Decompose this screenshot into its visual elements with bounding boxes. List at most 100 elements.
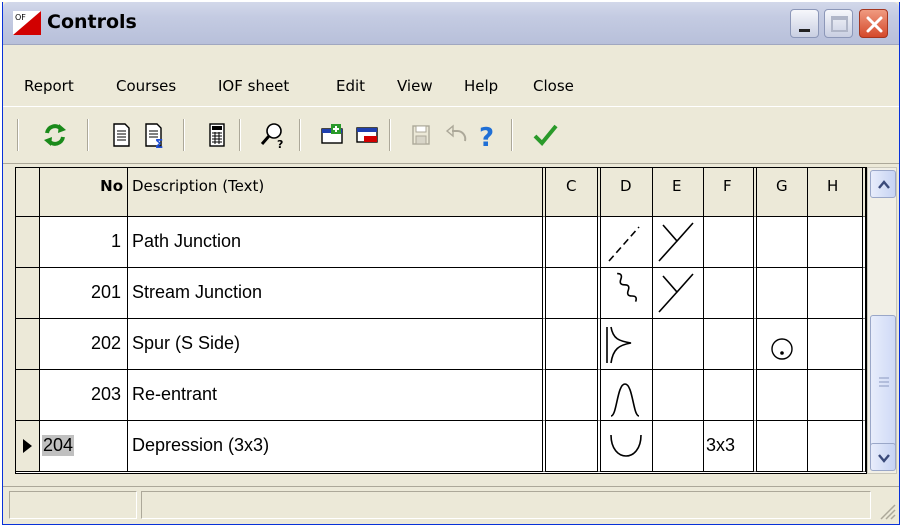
calculator-icon[interactable] bbox=[203, 121, 231, 149]
menu-close[interactable]: Close bbox=[533, 77, 574, 95]
table-cell-g[interactable] bbox=[757, 217, 808, 268]
table-cell-e[interactable] bbox=[653, 319, 704, 370]
help-icon[interactable]: ? bbox=[473, 121, 501, 149]
scroll-down-button[interactable] bbox=[870, 443, 896, 471]
scroll-up-button[interactable] bbox=[870, 170, 896, 198]
row-indicator[interactable] bbox=[16, 421, 40, 472]
table-cell-e[interactable] bbox=[653, 268, 704, 319]
table-cell-g[interactable] bbox=[757, 319, 808, 370]
cell-text: 203 bbox=[90, 384, 121, 404]
column-header-no[interactable]: No bbox=[40, 168, 128, 217]
close-button[interactable] bbox=[859, 9, 888, 38]
column-header-f[interactable]: F bbox=[704, 168, 757, 217]
table-cell-g[interactable] bbox=[757, 268, 808, 319]
add-row-icon[interactable] bbox=[319, 121, 347, 149]
svg-text:?: ? bbox=[277, 138, 283, 149]
column-header-c[interactable]: C bbox=[546, 168, 601, 217]
cell-text: 1 bbox=[110, 231, 121, 251]
re-entrant-symbol-icon bbox=[610, 383, 640, 417]
table-cell-c[interactable] bbox=[546, 421, 601, 472]
table-cell-f[interactable]: 3x3 bbox=[704, 421, 757, 472]
table-cell-h[interactable] bbox=[808, 319, 866, 370]
resize-grip-icon[interactable] bbox=[875, 499, 897, 521]
column-header-description[interactable]: Description (Text) bbox=[128, 168, 546, 217]
row-indicator[interactable] bbox=[16, 370, 40, 421]
table-cell-h[interactable] bbox=[808, 268, 866, 319]
scroll-thumb[interactable] bbox=[870, 315, 896, 450]
table-cell-d[interactable] bbox=[601, 217, 653, 268]
table-cell-d[interactable] bbox=[601, 268, 653, 319]
table-cell-description[interactable]: Re-entrant bbox=[128, 370, 546, 421]
menu-help[interactable]: Help bbox=[464, 77, 498, 95]
menu-iof-sheet[interactable]: IOF sheet bbox=[218, 77, 289, 95]
title-bar[interactable]: OF Controls bbox=[3, 2, 899, 45]
table-cell-g[interactable] bbox=[757, 370, 808, 421]
table-cell-no[interactable]: 202 bbox=[40, 319, 128, 370]
controls-grid: No Description (Text) C D E F G H 1 Path… bbox=[15, 167, 867, 474]
delete-row-icon[interactable] bbox=[353, 121, 381, 149]
table-cell-h[interactable] bbox=[808, 217, 866, 268]
document-sum-icon[interactable]: Σ bbox=[141, 121, 169, 149]
table-cell-f[interactable] bbox=[704, 217, 757, 268]
svg-text:Σ: Σ bbox=[155, 137, 163, 149]
table-cell-f[interactable] bbox=[704, 319, 757, 370]
table-cell-e[interactable] bbox=[653, 370, 704, 421]
table-cell-e[interactable] bbox=[653, 217, 704, 268]
column-header-d[interactable]: D bbox=[601, 168, 653, 217]
menu-view[interactable]: View bbox=[397, 77, 433, 95]
toolbar-separator bbox=[239, 119, 241, 151]
column-header-g[interactable]: G bbox=[757, 168, 808, 217]
logo-text: OF bbox=[15, 13, 26, 22]
depression-symbol-icon bbox=[610, 434, 642, 457]
column-header-label: H bbox=[827, 177, 839, 195]
table-cell-h[interactable] bbox=[808, 370, 866, 421]
table-cell-e[interactable] bbox=[653, 421, 704, 472]
table-cell-description[interactable]: Path Junction bbox=[128, 217, 546, 268]
checkmark-icon[interactable] bbox=[531, 121, 559, 149]
table-cell-c[interactable] bbox=[546, 370, 601, 421]
toolbar: Σ ? ? bbox=[3, 106, 899, 164]
table-cell-no[interactable]: 203 bbox=[40, 370, 128, 421]
cell-text: 201 bbox=[90, 282, 121, 302]
cell-text: Re-entrant bbox=[132, 384, 218, 404]
table-cell-f[interactable] bbox=[704, 370, 757, 421]
minimize-button[interactable] bbox=[790, 9, 819, 38]
column-header-e[interactable]: E bbox=[653, 168, 704, 217]
vertical-scrollbar[interactable] bbox=[867, 167, 897, 474]
column-header-h[interactable]: H bbox=[808, 168, 866, 217]
table-cell-c[interactable] bbox=[546, 319, 601, 370]
maximize-button[interactable] bbox=[824, 9, 853, 38]
status-panel-1 bbox=[9, 491, 137, 519]
table-cell-h[interactable] bbox=[808, 421, 866, 472]
menu-courses[interactable]: Courses bbox=[116, 77, 176, 95]
table-cell-g[interactable] bbox=[757, 421, 808, 472]
table-cell-d[interactable] bbox=[601, 421, 653, 472]
menu-edit[interactable]: Edit bbox=[336, 77, 365, 95]
app-logo-icon: OF bbox=[13, 11, 41, 35]
cell-text: 3x3 bbox=[706, 435, 736, 455]
table-cell-no[interactable]: 204 bbox=[40, 421, 128, 472]
table-cell-c[interactable] bbox=[546, 217, 601, 268]
table-cell-d[interactable] bbox=[601, 319, 653, 370]
toolbar-separator bbox=[87, 119, 89, 151]
row-indicator[interactable] bbox=[16, 319, 40, 370]
spur-symbol-icon bbox=[606, 326, 632, 364]
grip-icon bbox=[879, 377, 889, 387]
table-cell-description[interactable]: Stream Junction bbox=[128, 268, 546, 319]
menu-report[interactable]: Report bbox=[24, 77, 74, 95]
document-icon[interactable] bbox=[107, 121, 135, 149]
path-symbol-icon bbox=[608, 226, 640, 262]
table-cell-no[interactable]: 1 bbox=[40, 217, 128, 268]
row-indicator[interactable] bbox=[16, 217, 40, 268]
cell-text: Stream Junction bbox=[132, 282, 263, 302]
table-cell-no[interactable]: 201 bbox=[40, 268, 128, 319]
table-cell-description[interactable]: Spur (S Side) bbox=[128, 319, 546, 370]
table-cell-d[interactable] bbox=[601, 370, 653, 421]
row-indicator[interactable] bbox=[16, 268, 40, 319]
refresh-icon[interactable] bbox=[41, 121, 69, 149]
column-header-label: C bbox=[566, 177, 577, 195]
table-cell-c[interactable] bbox=[546, 268, 601, 319]
table-cell-description[interactable]: Depression (3x3) bbox=[128, 421, 546, 472]
table-cell-f[interactable] bbox=[704, 268, 757, 319]
find-help-icon[interactable]: ? bbox=[259, 121, 287, 149]
